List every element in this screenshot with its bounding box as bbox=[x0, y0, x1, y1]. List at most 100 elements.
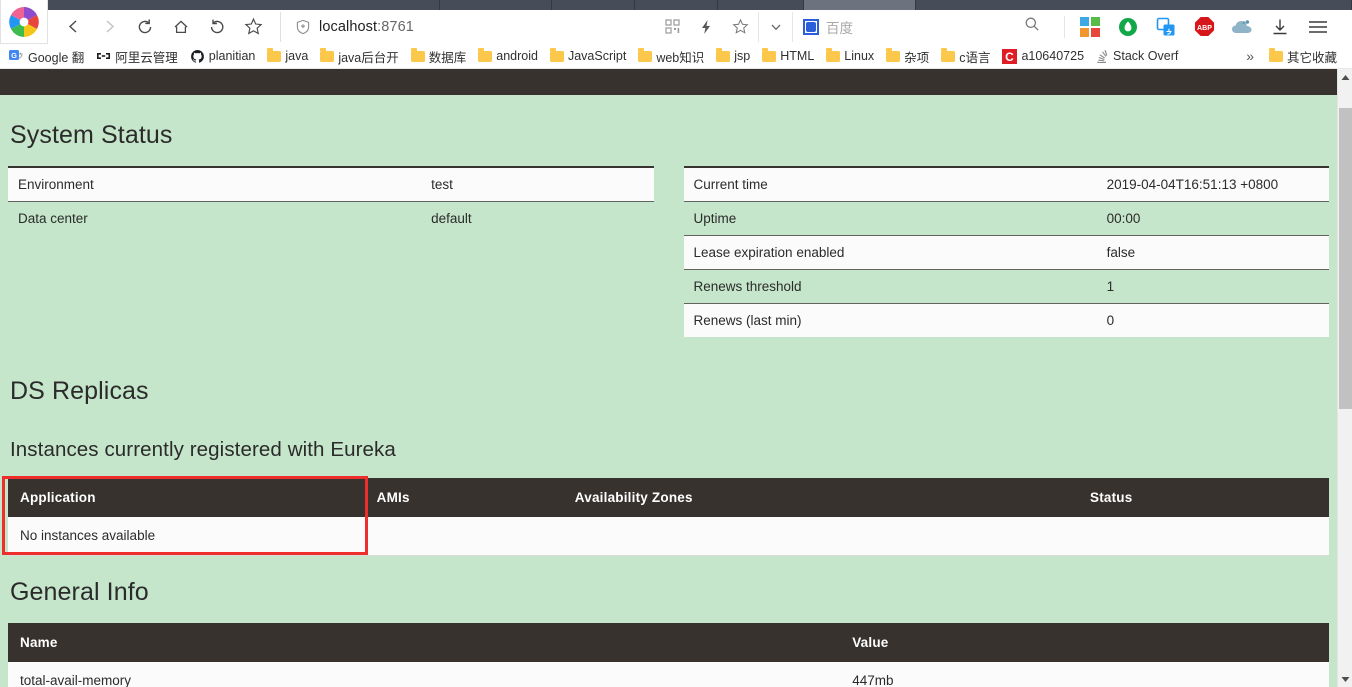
lightning-icon[interactable] bbox=[696, 12, 716, 42]
bookmark-label: jsp bbox=[734, 49, 751, 63]
folder-icon bbox=[762, 48, 777, 62]
bookmark-label: 数据库 bbox=[428, 50, 467, 65]
adblock-icon[interactable]: ABP bbox=[1193, 16, 1215, 38]
page-title-instances: Instances currently registered with Eure… bbox=[10, 438, 396, 461]
bookmark-label: HTML bbox=[780, 49, 815, 63]
bookmark-label: 杂项 bbox=[904, 50, 930, 65]
row-name: Uptime bbox=[693, 211, 737, 226]
search-engine-label: 百度 bbox=[826, 20, 853, 36]
table-row: No instances available bbox=[8, 517, 1329, 556]
general-info-table: Name Value total-avail-memory 447mb envi… bbox=[8, 622, 1329, 687]
instances-table: Application AMIs Availability Zones Stat… bbox=[8, 478, 1329, 556]
menu-icon[interactable] bbox=[1307, 16, 1329, 38]
apps-grid-icon[interactable] bbox=[1079, 16, 1101, 38]
row-value: 2019-04-04T16:51:13 +0800 bbox=[1106, 177, 1279, 192]
forward-icon[interactable] bbox=[92, 12, 126, 42]
row-name: Current time bbox=[693, 177, 768, 192]
search-box[interactable]: 百度 bbox=[792, 11, 1052, 42]
system-status-right-table: Current time 2019-04-04T16:51:13 +0800 U… bbox=[683, 166, 1329, 337]
reload-icon[interactable] bbox=[128, 12, 162, 42]
row-name: Renews threshold bbox=[693, 279, 802, 294]
bookmark-html[interactable]: HTML bbox=[757, 47, 819, 65]
eureka-navbar bbox=[0, 69, 1337, 95]
address-bar[interactable]: localhost:8761 bbox=[280, 11, 750, 42]
bookmark-jsp[interactable]: jsp bbox=[711, 47, 755, 65]
scrollbar-thumb[interactable] bbox=[1339, 108, 1352, 409]
bookmark-aliyun[interactable]: 阿里云管理 bbox=[91, 45, 183, 68]
bookmark-google-translate[interactable]: G Google 翻 bbox=[4, 45, 89, 68]
column-header-amis[interactable]: AMIs bbox=[364, 478, 563, 517]
bookmark-label: 阿里云管理 bbox=[115, 50, 178, 65]
search-icon[interactable] bbox=[1024, 16, 1040, 37]
browser-tab-2[interactable] bbox=[552, 0, 635, 10]
folder-icon bbox=[826, 48, 841, 62]
tab-strip-left-pad bbox=[0, 0, 440, 10]
column-header-value[interactable]: Value bbox=[840, 622, 1329, 662]
bookmark-other[interactable]: 其它收藏 bbox=[1264, 45, 1342, 68]
undo-icon[interactable] bbox=[200, 12, 234, 42]
page-title-general-info: General Info bbox=[10, 577, 149, 606]
row-value: 00:00 bbox=[1106, 211, 1141, 226]
bookmark-database[interactable]: 数据库 bbox=[406, 45, 472, 68]
row-value: false bbox=[1106, 245, 1136, 260]
star-icon[interactable] bbox=[730, 12, 750, 42]
page-content: System Status Environment test Data cent… bbox=[0, 121, 1337, 687]
bookmark-misc[interactable]: 杂项 bbox=[881, 45, 934, 68]
instances-empty-zones bbox=[562, 517, 1078, 556]
table-row: Renews threshold 1 bbox=[683, 269, 1329, 304]
home-icon[interactable] bbox=[164, 12, 198, 42]
bookmark-java[interactable]: java bbox=[262, 47, 313, 65]
bookmark-label: c语言 bbox=[959, 50, 991, 65]
column-header-name[interactable]: Name bbox=[8, 622, 841, 662]
browser-tab-1[interactable] bbox=[440, 0, 552, 10]
url-text: localhost:8761 bbox=[319, 19, 414, 35]
bookmark-label: android bbox=[496, 49, 538, 63]
bookmark-star-icon[interactable] bbox=[236, 12, 270, 42]
droplet-icon[interactable] bbox=[1117, 16, 1139, 38]
row-name: Data center bbox=[18, 211, 88, 226]
browser-tab-3[interactable] bbox=[635, 0, 718, 10]
table-row: Environment test bbox=[8, 167, 654, 202]
bookmark-planitian[interactable]: planitian bbox=[185, 47, 261, 66]
browser-tab-active[interactable] bbox=[804, 0, 916, 10]
chevron-down-icon[interactable] bbox=[758, 11, 792, 42]
bookmark-c-language[interactable]: c语言 bbox=[936, 45, 995, 68]
bookmark-java-backend[interactable]: java后台开 bbox=[315, 45, 403, 68]
bookmark-linux[interactable]: Linux bbox=[821, 47, 879, 65]
page-viewport: System Status Environment test Data cent… bbox=[0, 69, 1352, 687]
bookmark-stackoverflow[interactable]: Stack Overf bbox=[1091, 47, 1183, 65]
folder-icon bbox=[267, 48, 282, 62]
folder-icon bbox=[410, 48, 425, 62]
scroll-up-arrow-icon[interactable] bbox=[1338, 69, 1352, 85]
bookmark-csdn[interactable]: C a10640725 bbox=[997, 47, 1089, 66]
bookmark-label: web知识 bbox=[656, 50, 705, 65]
column-header-availability-zones[interactable]: Availability Zones bbox=[562, 478, 1078, 517]
bookmark-web-knowledge[interactable]: web知识 bbox=[633, 45, 709, 68]
row-name: Lease expiration enabled bbox=[693, 245, 845, 260]
vertical-scrollbar[interactable] bbox=[1337, 69, 1352, 687]
system-status-tables: Environment test Data center default Cur… bbox=[8, 166, 1329, 337]
navigation-buttons bbox=[56, 12, 270, 42]
download-icon[interactable] bbox=[1269, 16, 1291, 38]
column-header-application[interactable]: Application bbox=[8, 478, 365, 517]
row-name: total-avail-memory bbox=[8, 661, 841, 687]
browser-toolbar: localhost:8761 百度 ABP bbox=[0, 0, 1352, 44]
column-header-status[interactable]: Status bbox=[1077, 478, 1329, 517]
bookmarks-bar: G Google 翻 阿里云管理 planitian java java后台开 … bbox=[0, 44, 1352, 69]
row-value: default bbox=[431, 211, 472, 226]
table-row: Uptime 00:00 bbox=[683, 201, 1329, 236]
cloud-icon[interactable] bbox=[1231, 16, 1253, 38]
bookmark-javascript[interactable]: JavaScript bbox=[545, 47, 631, 65]
bookmark-android[interactable]: android bbox=[473, 47, 543, 65]
folder-icon bbox=[941, 48, 956, 62]
browser-tab-4[interactable] bbox=[718, 0, 804, 10]
qrcode-icon[interactable] bbox=[662, 12, 682, 42]
scroll-down-arrow-icon[interactable] bbox=[1338, 671, 1352, 687]
back-icon[interactable] bbox=[56, 12, 90, 42]
system-status-right-column: Current time 2019-04-04T16:51:13 +0800 U… bbox=[683, 166, 1329, 337]
svg-text:G: G bbox=[11, 51, 17, 60]
row-value: 1 bbox=[1106, 279, 1115, 294]
bookmarks-overflow-icon[interactable]: » bbox=[1238, 48, 1262, 64]
translate-icon[interactable] bbox=[1155, 16, 1177, 38]
table-row: Renews (last min) 0 bbox=[683, 303, 1329, 337]
